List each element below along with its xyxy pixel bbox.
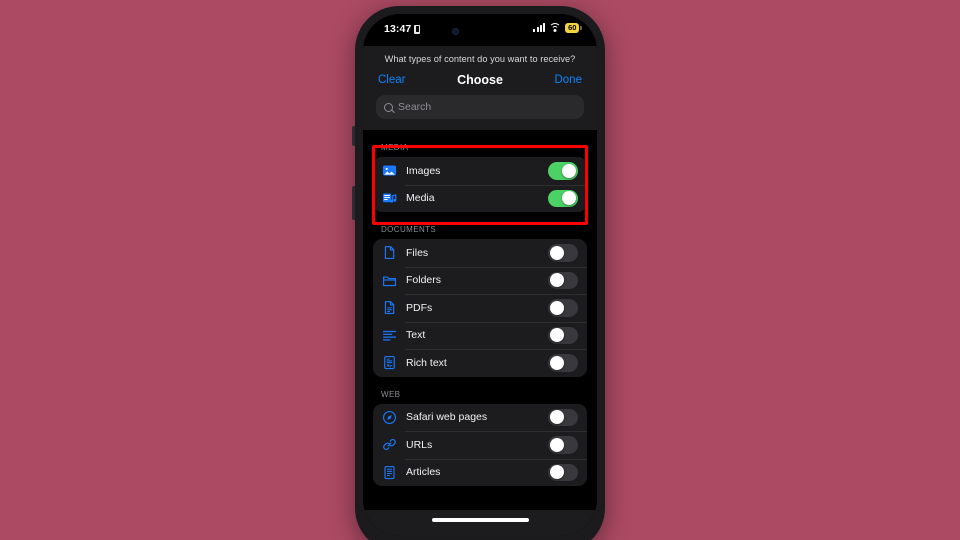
toggle-knob (562, 163, 577, 178)
section-header-media: MEDIA (381, 143, 409, 152)
folder-icon (382, 273, 397, 288)
list-item[interactable]: Rich text (373, 349, 587, 377)
list-item-label: Rich text (406, 356, 447, 369)
rich-text-icon (382, 355, 397, 370)
status-indicators: 60 (533, 23, 579, 33)
dynamic-island (439, 21, 521, 43)
recording-indicator-icon (414, 24, 421, 34)
list-item[interactable]: Images (373, 157, 587, 185)
battery-badge: 60 (565, 23, 579, 33)
safari-compass-icon (382, 410, 397, 425)
list-item[interactable]: Media (373, 184, 587, 213)
toggle-switch[interactable] (548, 326, 578, 344)
search-icon (384, 102, 393, 112)
cellular-signal-icon (533, 23, 546, 33)
home-indicator[interactable] (431, 518, 529, 522)
toggle-switch[interactable] (548, 436, 578, 454)
section-card: Images Media (373, 157, 587, 212)
toggle-knob (562, 191, 577, 206)
section-card: Files Folders PDFs Text Rich text (373, 239, 587, 377)
list-item-label: Images (406, 164, 441, 177)
toggle-knob (549, 410, 564, 425)
list-item[interactable]: Safari web pages (373, 404, 587, 432)
clear-button[interactable]: Clear (378, 74, 405, 86)
phone-screen: 13:47 60 What types of content do you wa… (363, 14, 597, 536)
toggle-knob (549, 328, 564, 343)
page-title: Choose (457, 73, 503, 87)
list-item-label: Media (406, 192, 435, 205)
toggle-switch[interactable] (548, 271, 578, 289)
list-item-label: Text (406, 329, 426, 342)
toggle-knob (549, 465, 564, 480)
navigation-bar: Clear Choose Done (363, 72, 597, 95)
home-indicator-area (363, 510, 597, 536)
status-time-label: 13:47 (384, 23, 412, 35)
list-item-label: PDFs (406, 301, 433, 314)
front-camera-icon (452, 28, 459, 35)
link-chain-icon (382, 437, 397, 452)
list-item-label: URLs (406, 438, 433, 451)
list-item-label: Files (406, 246, 429, 259)
list-item[interactable]: URLs (373, 431, 587, 459)
search-placeholder: Search (398, 101, 432, 113)
content-type-list[interactable]: MEDIA Images Media DOCUMENTS Files Folders PDF… (363, 130, 597, 528)
toggle-knob (549, 300, 564, 315)
pdf-document-icon (382, 300, 397, 315)
done-button[interactable]: Done (554, 74, 582, 86)
wifi-icon (549, 23, 562, 33)
toggle-switch[interactable] (548, 244, 578, 262)
section-header-documents: DOCUMENTS (381, 225, 437, 234)
section-header-web: WEB (381, 389, 401, 399)
prompt-question: What types of content do you want to rec… (363, 46, 597, 72)
list-item[interactable]: Articles (373, 458, 587, 487)
toggle-switch[interactable] (548, 162, 578, 180)
list-item-label: Folders (406, 274, 442, 287)
list-item-label: Safari web pages (406, 411, 488, 424)
status-time-group: 13:47 (384, 23, 421, 35)
list-item[interactable]: Files (373, 239, 587, 267)
document-icon (382, 245, 397, 260)
toggle-switch[interactable] (548, 408, 578, 426)
section-card: Safari web pages URLs Articles (373, 403, 587, 487)
toggle-switch[interactable] (548, 189, 578, 207)
toggle-knob (549, 273, 564, 288)
list-item[interactable]: Text (373, 321, 587, 350)
photo-icon (382, 163, 397, 178)
list-item-label: Articles (406, 466, 441, 479)
toggle-switch[interactable] (548, 299, 578, 317)
list-item[interactable]: Folders (373, 266, 587, 295)
search-bar-container: Search (363, 95, 597, 130)
list-item[interactable]: PDFs (373, 294, 587, 322)
phone-device-frame: 13:47 60 What types of content do you wa… (352, 6, 605, 540)
toggle-switch[interactable] (548, 354, 578, 372)
toggle-knob (549, 437, 564, 452)
article-icon (382, 465, 397, 480)
toggle-switch[interactable] (548, 463, 578, 481)
text-lines-icon (382, 328, 397, 343)
status-bar: 13:47 60 (363, 14, 597, 46)
toggle-knob (549, 245, 564, 260)
search-input[interactable]: Search (376, 95, 584, 119)
toggle-knob (549, 355, 564, 370)
media-music-icon (382, 191, 397, 206)
